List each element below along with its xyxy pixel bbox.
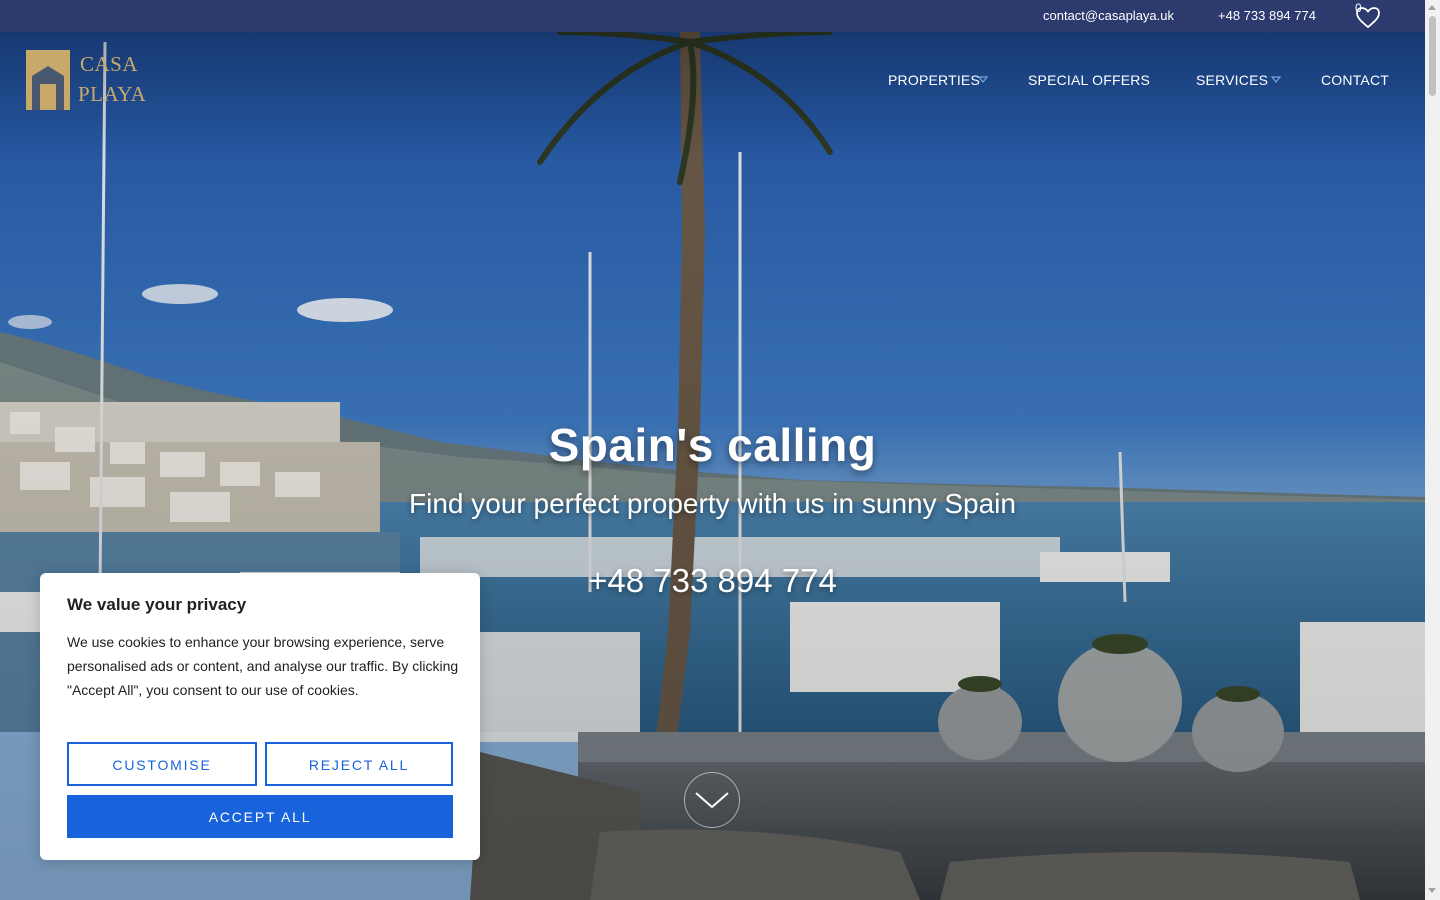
top-contact-bar: contact@casaplaya.uk +48 733 894 774 0 bbox=[0, 0, 1425, 32]
scroll-down-arrow[interactable] bbox=[1428, 888, 1436, 893]
scrollbar-thumb[interactable] bbox=[1429, 16, 1436, 96]
chevron-down-icon bbox=[695, 792, 729, 809]
scroll-up-arrow[interactable] bbox=[1428, 5, 1436, 10]
chevron-down-icon[interactable] bbox=[1271, 76, 1281, 84]
page-scrollbar[interactable] bbox=[1425, 0, 1440, 900]
nav-item-special-offers[interactable]: SPECIAL OFFERS bbox=[1028, 72, 1150, 88]
cookie-banner-text: We use cookies to enhance your browsing … bbox=[67, 634, 459, 698]
contact-phone-link[interactable]: +48 733 894 774 bbox=[1218, 8, 1316, 23]
chevron-down-icon[interactable] bbox=[978, 76, 988, 84]
hero-subtitle: Find your perfect property with us in su… bbox=[409, 488, 1016, 519]
favorites-button[interactable]: 0 bbox=[1352, 1, 1384, 31]
cookie-banner-title: We value your privacy bbox=[67, 595, 247, 614]
nav-item-contact[interactable]: CONTACT bbox=[1321, 72, 1389, 88]
heart-icon bbox=[1356, 7, 1380, 29]
nav-item-services[interactable]: SERVICES bbox=[1196, 72, 1268, 88]
scroll-down-button[interactable] bbox=[684, 772, 740, 828]
cookie-consent-banner: We value your privacy We use cookies to … bbox=[40, 573, 480, 860]
reject-all-button[interactable]: REJECT ALL bbox=[265, 742, 453, 786]
hero-title: Spain's calling bbox=[548, 419, 877, 471]
customise-button[interactable]: CUSTOMISE bbox=[67, 742, 257, 786]
accept-all-button[interactable]: ACCEPT ALL bbox=[67, 795, 453, 838]
main-navigation: PROPERTIES SPECIAL OFFERS SERVICES CONTA… bbox=[0, 72, 1425, 92]
nav-item-properties[interactable]: PROPERTIES bbox=[888, 72, 980, 88]
contact-email-link[interactable]: contact@casaplaya.uk bbox=[1043, 8, 1174, 23]
